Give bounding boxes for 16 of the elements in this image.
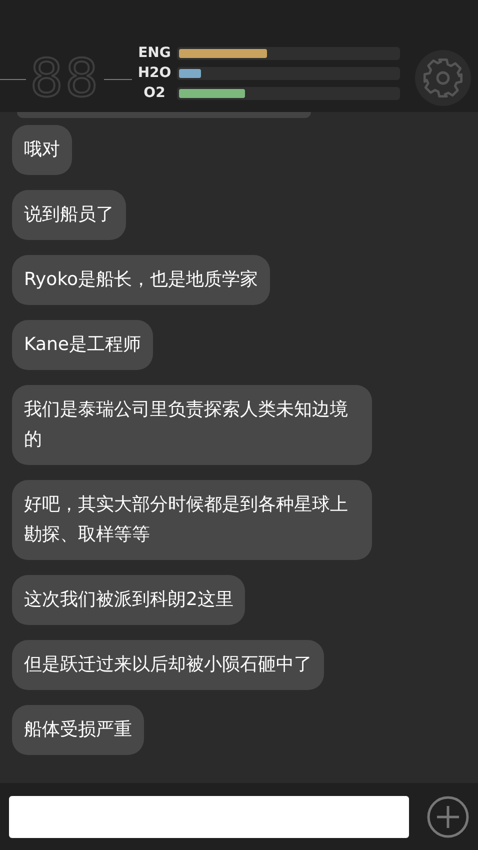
message-bubble: 哦对 [12, 125, 72, 175]
settings-icon [421, 56, 465, 100]
gauge-label: O2 [142, 84, 166, 103]
message-input[interactable] [9, 796, 409, 838]
message-bubble: Ryoko是船长，也是地质学家 [12, 255, 270, 305]
message-bubble: 但是跃迁过来以后却被小陨石砸中了 [12, 640, 324, 690]
gauge-label: ENG [137, 44, 172, 63]
gauge-label: H2O [136, 64, 172, 83]
message-bubble: 我们是泰瑞公司里负责探索人类未知边境的 [12, 385, 372, 465]
message-bubble: 好吧，其实大部分时候都是到各种星球上勘探、取样等等 [12, 480, 372, 560]
add-icon [427, 796, 469, 838]
message-bubble: Kane是工程师 [12, 320, 153, 370]
message-bubble: 船体受损严重 [12, 705, 144, 755]
message-bubble: 说到船员了 [12, 190, 126, 240]
add-button[interactable] [427, 796, 469, 838]
message-bubble: 这次我们被派到科朗2这里 [12, 575, 246, 625]
